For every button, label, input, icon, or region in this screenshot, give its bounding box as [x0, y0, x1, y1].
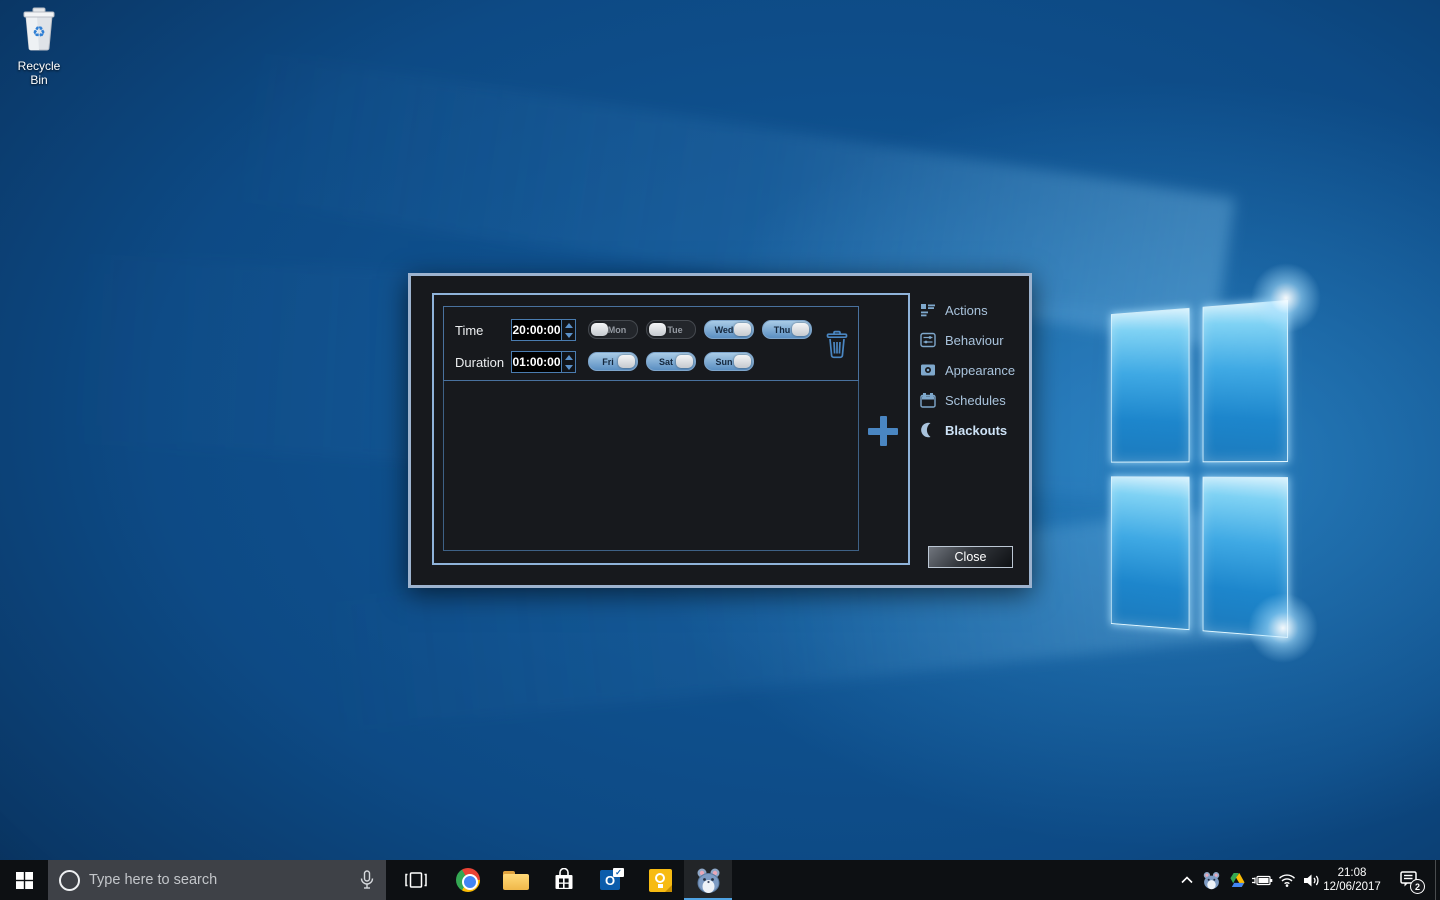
show-desktop-button[interactable] [1435, 860, 1440, 900]
search-input[interactable] [89, 872, 360, 888]
taskbar: O✓ [0, 860, 1440, 900]
time-spin-down-button[interactable] [562, 330, 575, 340]
clock-date: 12/06/2017 [1323, 880, 1381, 894]
microphone-icon[interactable] [360, 870, 374, 890]
day-toggle-mon[interactable]: Mon [588, 320, 638, 339]
taskbar-app-keep[interactable] [636, 860, 684, 900]
time-spinner [562, 319, 576, 341]
taskbar-app-chrome[interactable] [444, 860, 492, 900]
recycle-bin-shortcut[interactable]: ♻ Recycle Bin [8, 6, 70, 87]
clock-time: 21:08 [1338, 866, 1367, 880]
pet-app-icon [695, 867, 722, 894]
tray-pet-app-icon[interactable] [1199, 860, 1224, 900]
sidebar-item-label: Blackouts [945, 423, 1007, 438]
day-toggle-label: Tue [662, 325, 688, 335]
sidebar-item-label: Appearance [945, 363, 1015, 378]
sidebar-item-schedules[interactable]: Schedules [920, 390, 1006, 410]
delete-entry-button trash-icon[interactable] [825, 330, 849, 359]
image-icon [920, 362, 936, 378]
time-spin-up-button[interactable] [562, 320, 575, 330]
day-toggle-label: Sat [653, 357, 679, 367]
day-toggle-sun[interactable]: Sun [704, 352, 754, 371]
tray-battery-icon[interactable] [1249, 860, 1274, 900]
time-input[interactable] [511, 319, 562, 341]
calendar-icon [920, 392, 936, 408]
duration-spinner [562, 351, 576, 373]
recycle-bin-label: Recycle Bin [8, 59, 70, 87]
day-toggle-label: Mon [604, 325, 630, 335]
actions-list-icon [920, 302, 936, 318]
taskbar-app-outlook[interactable]: O✓ [588, 860, 636, 900]
blackouts-panel: Time Mon [432, 293, 910, 565]
day-toggle-sat[interactable]: Sat [646, 352, 696, 371]
keep-icon [649, 869, 672, 892]
day-toggle-tue[interactable]: Tue [646, 320, 696, 339]
svg-text:♻: ♻ [32, 23, 45, 41]
taskbar-app-microsoft-store[interactable] [540, 860, 588, 900]
recycle-bin-icon: ♻ [18, 6, 60, 52]
tray-wifi-icon[interactable] [1274, 860, 1299, 900]
day-toggle-label: Fri [595, 357, 621, 367]
sidebar-item-label: Actions [945, 303, 988, 318]
tray-google-drive-icon[interactable] [1224, 860, 1249, 900]
task-view-button[interactable] [394, 860, 438, 900]
notification-badge: 2 [1410, 879, 1425, 894]
down-arrow-icon [565, 333, 573, 338]
file-explorer-icon [503, 871, 529, 890]
sidebar-item-behaviour[interactable]: Behaviour [920, 330, 1004, 350]
moon-icon [920, 422, 936, 438]
duration-label: Duration [455, 355, 504, 370]
close-button[interactable]: Close [928, 546, 1013, 568]
day-toggle-wed[interactable]: Wed [704, 320, 754, 339]
duration-spin-down-button[interactable] [562, 362, 575, 372]
down-arrow-icon [565, 365, 573, 370]
duration-spin-up-button[interactable] [562, 352, 575, 362]
day-toggle-label: Thu [769, 325, 795, 335]
taskbar-app-file-explorer[interactable] [492, 860, 540, 900]
blackout-entry-row: Time Mon [443, 306, 859, 381]
blackout-list: Time Mon [443, 306, 859, 551]
taskbar-clock[interactable]: 21:08 12/06/2017 [1322, 860, 1382, 900]
windows-logo-icon [16, 872, 33, 889]
outlook-icon: O✓ [600, 868, 624, 892]
taskbar-search[interactable] [48, 860, 386, 900]
action-center-button[interactable]: 2 [1392, 860, 1428, 900]
blackouts-window: Time Mon [408, 273, 1032, 588]
sliders-icon [920, 332, 936, 348]
up-arrow-icon [565, 323, 573, 328]
day-toggle-thu[interactable]: Thu [762, 320, 812, 339]
sidebar-item-actions[interactable]: Actions [920, 300, 988, 320]
day-toggle-label: Sun [711, 357, 737, 367]
up-arrow-icon [565, 355, 573, 360]
duration-input[interactable] [511, 351, 562, 373]
sidebar-item-appearance[interactable]: Appearance [920, 360, 1015, 380]
microsoft-store-icon [552, 868, 576, 892]
sidebar-item-blackouts[interactable]: Blackouts [920, 420, 1007, 440]
task-view-icon [404, 870, 428, 890]
sidebar-item-label: Behaviour [945, 333, 1004, 348]
start-button[interactable] [0, 860, 48, 900]
tray-chevron-up-icon[interactable] [1174, 860, 1199, 900]
taskbar-app-pet-active[interactable] [684, 860, 732, 900]
time-label: Time [455, 323, 483, 338]
chrome-icon [456, 868, 480, 892]
cortana-icon [59, 870, 80, 891]
sidebar-item-label: Schedules [945, 393, 1006, 408]
tray-speaker-icon[interactable] [1299, 860, 1324, 900]
add-blackout-button plus-icon[interactable] [868, 416, 898, 446]
day-toggle-label: Wed [711, 325, 737, 335]
day-toggle-fri[interactable]: Fri [588, 352, 638, 371]
